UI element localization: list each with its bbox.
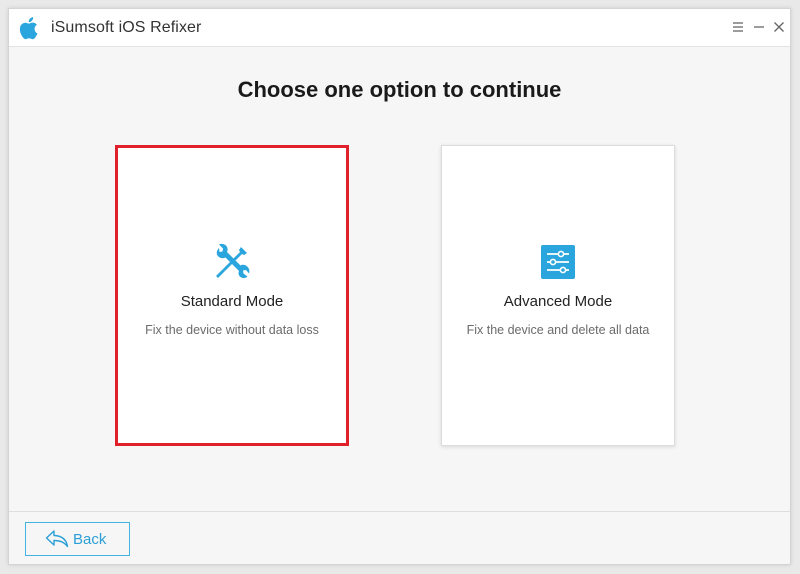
advanced-mode-card[interactable]: Advanced Mode Fix the device and delete …: [441, 145, 675, 446]
advanced-mode-description: Fix the device and delete all data: [466, 323, 650, 337]
standard-mode-title: Standard Mode: [180, 293, 284, 310]
hamburger-menu-icon[interactable]: [730, 19, 746, 35]
standard-mode-card[interactable]: Standard Mode Fix the device without dat…: [115, 145, 349, 446]
wrench-screwdriver-icon: [213, 243, 251, 281]
page-title: Choose one option to continue: [237, 77, 562, 102]
back-arrow-icon: [45, 530, 69, 548]
standard-mode-description: Fix the device without data loss: [145, 323, 319, 337]
back-button[interactable]: Back: [25, 522, 130, 556]
app-title: iSumsoft iOS Refixer: [51, 19, 202, 36]
minimize-icon[interactable]: [751, 19, 767, 35]
app-window: iSumsoft iOS Refixer Choose one option t…: [8, 8, 791, 565]
title-bar[interactable]: iSumsoft iOS Refixer: [9, 9, 790, 47]
back-button-label: Back: [73, 531, 107, 548]
advanced-mode-title: Advanced Mode: [503, 293, 613, 310]
apple-logo-icon: [18, 15, 42, 41]
close-icon[interactable]: [771, 19, 787, 35]
sliders-settings-icon: [539, 243, 577, 281]
footer-divider: [9, 511, 790, 512]
